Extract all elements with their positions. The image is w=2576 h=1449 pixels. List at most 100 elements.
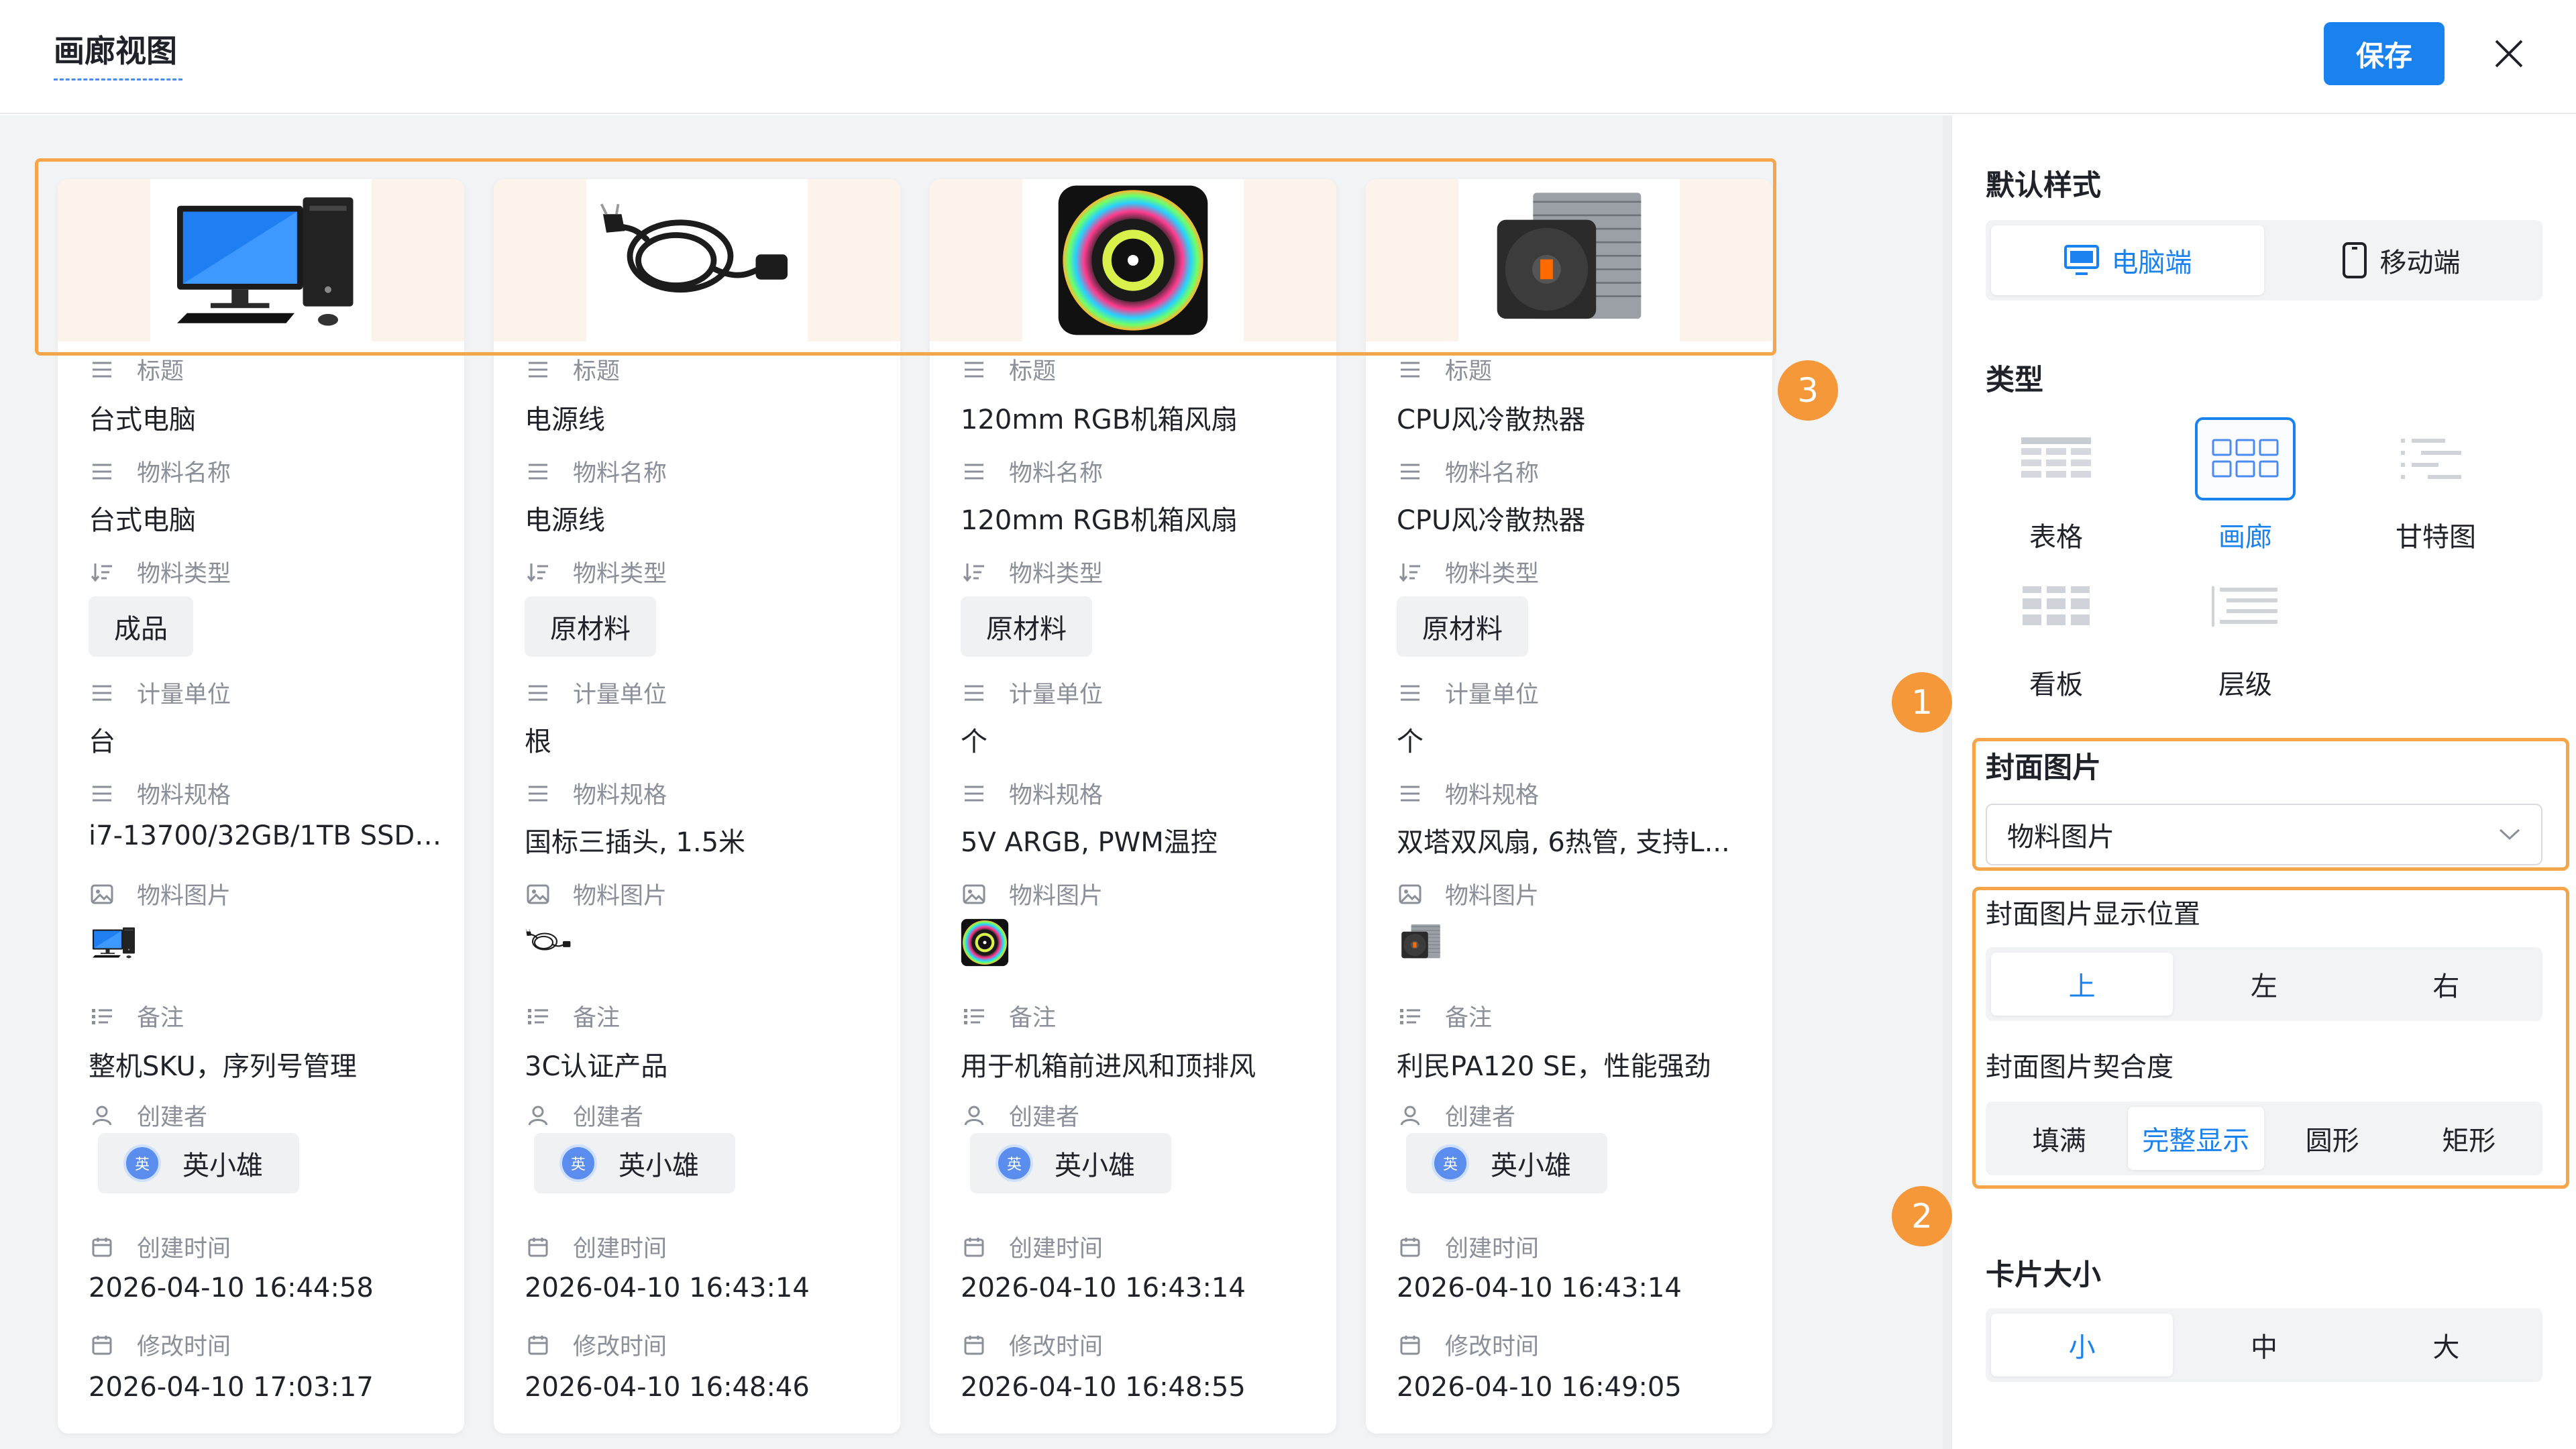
sort-icon (961, 559, 987, 586)
field-value-title: CPU风冷散热器 (1397, 405, 1586, 435)
fit-fill[interactable]: 填满 (1991, 1107, 2128, 1170)
type-kanban[interactable]: 看板 (2006, 565, 2106, 702)
type-gantt-label: 甘特图 (2396, 522, 2476, 553)
field-value-unit: 台 (89, 727, 115, 757)
field-label-created_at: 创建时间 (1397, 1230, 1539, 1264)
close-icon (2495, 40, 2523, 68)
image-icon (525, 881, 551, 908)
field-label-spec: 物料规格 (961, 776, 1103, 810)
gallery-card[interactable]: 标题 台式电脑 物料名称 台式电脑 物料类型 成品 计量单位 台 物料规格 i7… (58, 179, 464, 1434)
cover-fit-switch: 填满 完整显示 圆形 矩形 (1986, 1102, 2542, 1175)
field-value-created_at: 2026-04-10 16:43:14 (525, 1273, 810, 1303)
type-gallery[interactable]: 画廊 (2195, 417, 2296, 554)
field-value-spec: i7-13700/32GB/1TB SSD/... (89, 820, 444, 851)
default-style-title: 默认样式 (1986, 169, 2101, 203)
image-icon (1397, 881, 1424, 908)
save-button[interactable]: 保存 (2324, 22, 2445, 85)
notes-icon (961, 1003, 987, 1030)
field-label-creator: 创建者 (961, 1098, 1079, 1132)
gallery-card[interactable]: 标题 120mm RGB机箱风扇 物料名称 120mm RGB机箱风扇 物料类型… (930, 179, 1336, 1434)
field-label-spec: 物料规格 (1397, 776, 1539, 810)
field-value-modified_at: 2026-04-10 16:49:05 (1397, 1372, 1682, 1403)
creator-name: 英小雄 (1055, 1150, 1135, 1181)
device-desktop-tab[interactable]: 电脑端 (1991, 225, 2264, 295)
field-value-title: 电源线 (525, 405, 605, 435)
field-value-created_at: 2026-04-10 16:43:14 (961, 1273, 1246, 1303)
step-badge-2: 2 (1892, 1186, 1952, 1246)
field-label-material_type: 物料类型 (89, 555, 231, 589)
image-icon (89, 881, 115, 908)
field-label-modified_at: 修改时间 (89, 1328, 231, 1362)
size-small[interactable]: 小 (1991, 1313, 2174, 1377)
field-label-spec: 物料规格 (525, 776, 667, 810)
list-icon (89, 680, 115, 706)
field-label-material_name: 物料名称 (1397, 454, 1539, 488)
field-label-created_at: 创建时间 (961, 1230, 1103, 1264)
material-type-tag: 成品 (89, 596, 193, 657)
field-value-unit: 根 (525, 727, 551, 757)
field-value-unit: 个 (1397, 727, 1424, 757)
fit-circle[interactable]: 圆形 (2264, 1107, 2401, 1170)
field-label-material_type: 物料类型 (961, 555, 1103, 589)
list-icon (1397, 780, 1424, 807)
close-button[interactable] (2482, 27, 2536, 80)
field-value-modified_at: 2026-04-10 17:03:17 (89, 1372, 374, 1403)
field-value-material_name: 电源线 (525, 505, 605, 536)
field-label-creator: 创建者 (525, 1098, 643, 1132)
device-mobile-tab[interactable]: 移动端 (2264, 225, 2537, 295)
size-medium[interactable]: 中 (2173, 1313, 2355, 1377)
position-left[interactable]: 左 (2173, 953, 2355, 1016)
field-value-material_name: 台式电脑 (89, 505, 196, 536)
cover-image-select[interactable]: 物料图片 (1986, 804, 2542, 865)
user-icon (961, 1102, 987, 1129)
field-label-remark: 备注 (961, 999, 1056, 1033)
field-label-image: 物料图片 (961, 877, 1103, 911)
cover-image-title: 封面图片 (1986, 751, 2101, 785)
field-value-remark: 3C认证产品 (525, 1051, 668, 1082)
avatar: 英 (1432, 1144, 1469, 1182)
creator-name: 英小雄 (619, 1150, 699, 1181)
creator-chip: 英 英小雄 (98, 1133, 299, 1193)
type-gantt[interactable]: 甘特图 (2385, 417, 2486, 554)
material-image-thumb (525, 917, 573, 968)
gallery-card[interactable]: 标题 CPU风冷散热器 物料名称 CPU风冷散热器 物料类型 原材料 计量单位 … (1366, 179, 1772, 1434)
field-label-spec: 物料规格 (89, 776, 231, 810)
field-value-spec: 5V ARGB, PWM温控 (961, 827, 1218, 858)
chevron-down-icon (2499, 828, 2520, 841)
sort-icon (525, 559, 551, 586)
creator-chip: 英 英小雄 (534, 1133, 735, 1193)
creator-name: 英小雄 (182, 1150, 263, 1181)
fit-rect[interactable]: 矩形 (2401, 1107, 2538, 1170)
step-badge-1: 1 (1892, 672, 1952, 733)
calendar-icon (1397, 1234, 1424, 1260)
field-label-material_type: 物料类型 (525, 555, 667, 589)
calendar-icon (961, 1234, 987, 1260)
field-value-created_at: 2026-04-10 16:44:58 (89, 1273, 374, 1303)
gallery-card[interactable]: 标题 电源线 物料名称 电源线 物料类型 原材料 计量单位 根 物料规格 国标三… (494, 179, 900, 1434)
calendar-icon (525, 1332, 551, 1358)
fit-contain[interactable]: 完整显示 (2127, 1107, 2264, 1170)
user-icon (89, 1102, 115, 1129)
notes-icon (1397, 1003, 1424, 1030)
field-label-modified_at: 修改时间 (525, 1328, 667, 1362)
position-top[interactable]: 上 (1991, 953, 2174, 1016)
material-type-tag: 原材料 (961, 596, 1092, 657)
list-icon (1397, 680, 1424, 706)
field-label-modified_at: 修改时间 (961, 1328, 1103, 1362)
field-label-created_at: 创建时间 (89, 1230, 231, 1264)
field-value-created_at: 2026-04-10 16:43:14 (1397, 1273, 1682, 1303)
field-value-remark: 整机SKU，序列号管理 (89, 1051, 357, 1082)
position-right[interactable]: 右 (2355, 953, 2537, 1016)
type-hierarchy[interactable]: 层级 (2195, 565, 2296, 702)
field-label-unit: 计量单位 (525, 676, 667, 710)
field-value-modified_at: 2026-04-10 16:48:46 (525, 1372, 810, 1403)
user-icon (1397, 1102, 1424, 1129)
gallery-icon (2195, 417, 2296, 500)
field-value-spec: 双塔双风扇, 6热管, 支持L... (1397, 827, 1730, 858)
title-underline (54, 78, 182, 80)
header: 画廊视图 保存 (0, 0, 2576, 114)
field-value-unit: 个 (961, 727, 987, 757)
size-large[interactable]: 大 (2355, 1313, 2537, 1377)
user-icon (525, 1102, 551, 1129)
type-table[interactable]: 表格 (2006, 417, 2106, 554)
